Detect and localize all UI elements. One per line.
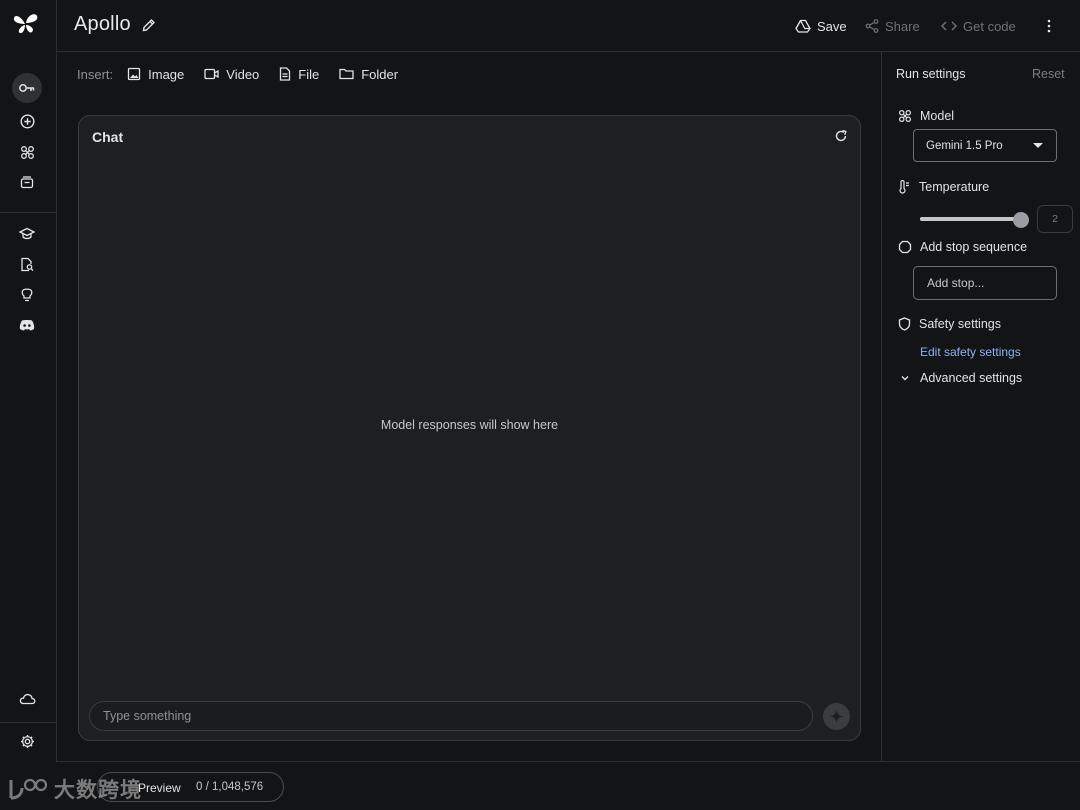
stop-octagon-icon <box>898 240 912 254</box>
temperature-slider[interactable] <box>920 217 1020 221</box>
safety-label: Safety settings <box>919 317 1001 331</box>
folder-icon <box>339 68 354 80</box>
app-logo[interactable] <box>13 12 39 36</box>
rail-documentation[interactable] <box>12 249 42 279</box>
rail-library[interactable] <box>12 167 42 197</box>
file-icon <box>280 67 291 81</box>
insert-toolbar: Insert: Image Video File Folder <box>77 64 418 84</box>
model-row: Model <box>898 109 954 123</box>
insert-file-button[interactable]: File <box>279 67 319 82</box>
preview-button[interactable]: Preview <box>138 781 181 795</box>
run-button[interactable] <box>823 703 850 730</box>
tuning-icon <box>898 109 912 123</box>
insert-folder-label: Folder <box>361 66 399 82</box>
chat-panel: Chat Model responses will show here <box>78 115 861 741</box>
insert-file-label: File <box>298 66 320 82</box>
edit-title-button[interactable] <box>141 17 157 33</box>
model-select[interactable]: Gemini 1.5 Pro <box>913 129 1057 162</box>
share-button[interactable]: Share <box>865 16 920 36</box>
thermometer-icon <box>899 180 909 194</box>
insert-folder-button[interactable]: Folder <box>339 67 398 82</box>
drive-icon <box>795 19 811 33</box>
advanced-settings-toggle[interactable]: Advanced settings <box>898 371 1022 385</box>
more-options-button[interactable] <box>1041 16 1057 36</box>
left-rail <box>0 0 57 762</box>
chat-title: Chat <box>92 129 124 145</box>
chevron-down-icon <box>901 376 909 381</box>
model-label: Model <box>920 109 955 123</box>
rail-divider <box>0 212 57 213</box>
sparkle-icon <box>829 709 844 724</box>
watermark-text: 大数跨境 <box>54 779 142 802</box>
tuning-icon <box>20 145 34 159</box>
settings-icon <box>20 734 34 748</box>
stop-sequence-row: Add stop sequence <box>898 240 1027 254</box>
key-icon <box>19 84 35 92</box>
stop-sequence-label: Add stop sequence <box>920 240 1028 254</box>
dropdown-arrow-icon <box>1033 143 1043 148</box>
cloud-icon <box>19 693 35 705</box>
rail-divider <box>0 722 57 723</box>
rail-getting-started[interactable] <box>12 218 42 248</box>
insert-video-label: Video <box>226 66 260 82</box>
butterfly-logo-icon <box>13 14 38 34</box>
edit-safety-settings-link[interactable]: Edit safety settings <box>920 345 1021 359</box>
run-settings-title: Run settings <box>896 67 966 81</box>
watermark: 大数跨境 <box>8 774 142 804</box>
save-button[interactable]: Save <box>795 16 847 36</box>
advanced-settings-label: Advanced settings <box>920 371 1023 385</box>
rail-prompt-gallery[interactable] <box>12 279 42 309</box>
insert-image-label: Image <box>148 66 185 82</box>
temperature-label: Temperature <box>919 180 990 194</box>
pencil-icon <box>142 19 155 32</box>
share-icon <box>865 19 879 33</box>
save-label: Save <box>817 18 847 34</box>
video-icon <box>204 68 219 80</box>
rail-tuned-models[interactable] <box>12 137 42 167</box>
lightbulb-icon <box>21 287 33 301</box>
code-icon <box>941 21 957 31</box>
top-header: Apollo Save Share Get code <box>57 0 1080 52</box>
temperature-value-input[interactable]: 2 <box>1037 205 1073 233</box>
rail-create-new[interactable] <box>12 106 42 136</box>
refresh-chat-button[interactable] <box>834 129 850 145</box>
rail-get-api-key[interactable] <box>12 73 42 103</box>
bottom-divider <box>57 761 1080 762</box>
reset-button[interactable]: Reset <box>1032 67 1065 81</box>
discord-icon <box>19 319 35 331</box>
safety-row: Safety settings <box>898 317 1001 331</box>
library-icon <box>20 176 34 189</box>
page-title: Apollo <box>74 13 131 35</box>
insert-label: Insert: <box>77 66 114 82</box>
document-search-icon <box>21 257 34 271</box>
token-count: 0 / 1,048,576 <box>196 781 264 793</box>
rail-discord[interactable] <box>12 310 42 340</box>
shield-icon <box>898 317 911 331</box>
stop-sequence-input[interactable] <box>913 266 1057 300</box>
run-settings-panel: Run settings Reset Model Gemini 1.5 Pro … <box>881 52 1080 762</box>
insert-video-button[interactable]: Video <box>204 67 259 82</box>
temperature-slider-fill <box>920 217 1020 221</box>
model-select-value: Gemini 1.5 Pro <box>926 139 1003 152</box>
add-circle-icon <box>19 113 35 129</box>
get-code-button[interactable]: Get code <box>941 16 1016 36</box>
more-vert-icon <box>1047 19 1051 33</box>
temperature-row: Temperature <box>898 180 989 194</box>
temperature-slider-thumb[interactable] <box>1013 212 1029 228</box>
get-code-label: Get code <box>963 18 1016 34</box>
chat-input[interactable] <box>89 701 813 731</box>
insert-image-button[interactable]: Image <box>127 67 184 82</box>
image-icon <box>127 67 141 81</box>
rail-cloud[interactable] <box>12 684 42 714</box>
refresh-icon <box>835 129 847 142</box>
watermark-logo-icon <box>9 778 48 800</box>
school-icon <box>19 227 35 239</box>
share-label: Share <box>885 18 920 34</box>
chat-empty-message: Model responses will show here <box>380 418 559 432</box>
rail-settings[interactable] <box>12 726 42 756</box>
